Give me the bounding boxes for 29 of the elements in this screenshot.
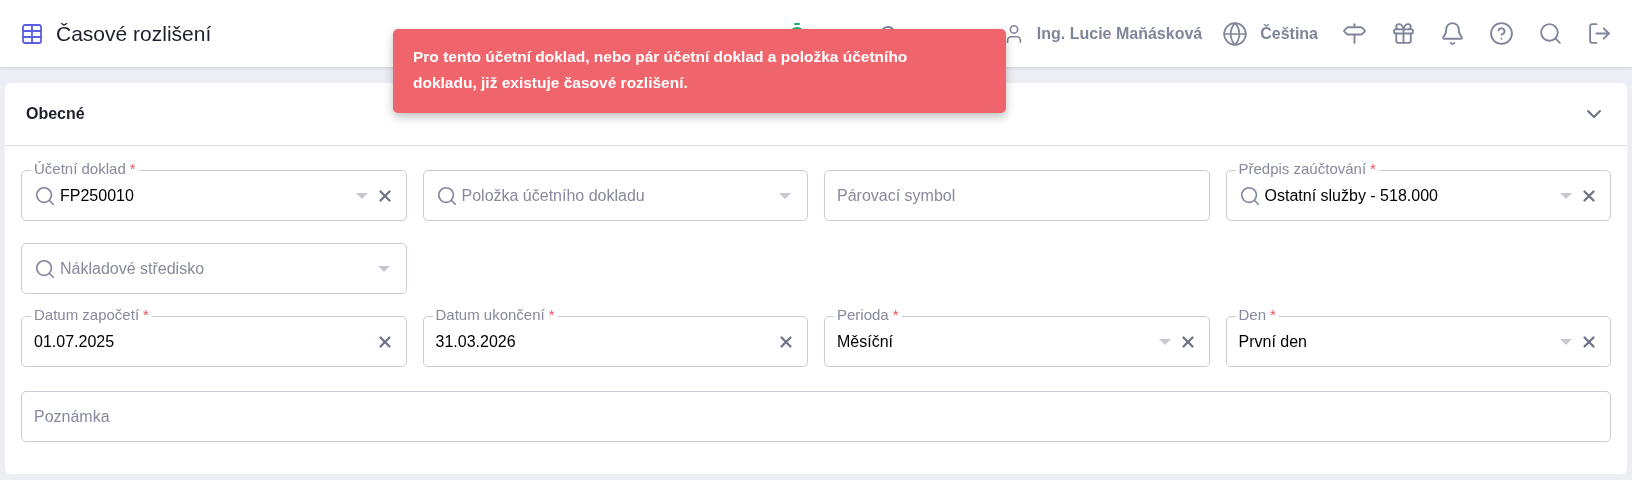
field-value: FP250010 (60, 185, 135, 206)
signpost-icon[interactable] (1342, 21, 1367, 46)
help-icon[interactable] (1489, 21, 1514, 46)
search-icon (435, 184, 458, 207)
table-icon (20, 21, 44, 46)
field-placeholder: Položka účetního dokladu (461, 185, 646, 206)
field-placeholder: Párovací symbol (837, 185, 957, 206)
search-icon (34, 184, 56, 207)
bell-icon[interactable] (1440, 21, 1465, 46)
field-placeholder: Nákladové středisko (60, 258, 206, 279)
user-name[interactable]: Ing. Lucie Maňásková (1036, 21, 1203, 46)
search-icon (1238, 184, 1261, 207)
form-field[interactable]: Nákladové středisko (21, 243, 407, 294)
field-value: Ostatní služby - 518.000 (1264, 185, 1439, 206)
language-selector[interactable]: Čeština (1260, 21, 1318, 46)
section-title: Obecné (26, 104, 86, 124)
logout-icon[interactable] (1587, 21, 1612, 46)
field-value: 31.03.2026 (435, 331, 517, 352)
search-icon[interactable] (1538, 21, 1563, 46)
field-value: První den (1238, 331, 1308, 352)
page-title: Časové rozlišení (56, 20, 212, 47)
field-value: Měsíční (837, 331, 894, 352)
form-field[interactable]: Párovací symbol (824, 170, 1210, 221)
search-icon (34, 257, 56, 280)
gift-icon[interactable] (1391, 21, 1416, 46)
field-placeholder: Poznámka (34, 406, 110, 427)
field-value: 01.07.2025 (34, 331, 116, 352)
globe-icon (1222, 20, 1249, 47)
form-field[interactable]: Položka účetního dokladu (422, 170, 808, 221)
